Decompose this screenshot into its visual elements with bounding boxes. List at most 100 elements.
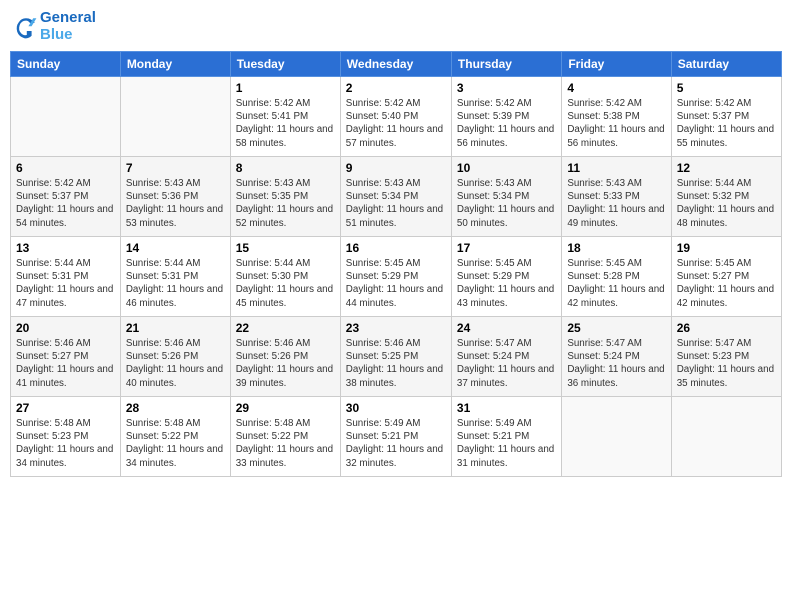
day-info: Sunrise: 5:46 AM Sunset: 5:25 PM Dayligh…	[346, 337, 446, 390]
calendar-cell: 28 Sunrise: 5:48 AM Sunset: 5:22 PM Dayli…	[120, 397, 230, 477]
calendar-cell: 15Sunrise: 5:44 AM Sunset: 5:30 PM Dayli…	[230, 237, 340, 317]
day-info: Sunrise: 5:42 AM Sunset: 5:39 PM Dayligh…	[457, 97, 556, 150]
calendar-cell: 10 Sunrise: 5:43 AM Sunset: 5:34 PM Dayli…	[451, 157, 561, 237]
calendar-cell: 23 Sunrise: 5:46 AM Sunset: 5:25 PM Dayli…	[340, 317, 451, 397]
day-number: 12	[677, 161, 776, 175]
calendar-cell: 20 Sunrise: 5:46 AM Sunset: 5:27 PM Dayli…	[11, 317, 121, 397]
day-info: Sunrise: 5:48 AM Sunset: 5:22 PM Dayligh…	[126, 417, 225, 470]
day-number: 23	[346, 321, 446, 335]
calendar-cell: 24Sunrise: 5:47 AM Sunset: 5:24 PM Dayli…	[451, 317, 561, 397]
day-info: Sunrise: 5:48 AM Sunset: 5:22 PM Dayligh…	[236, 417, 335, 470]
logo-text: General Blue	[40, 10, 96, 43]
day-info: Sunrise: 5:42 AM Sunset: 5:37 PM Dayligh…	[16, 177, 115, 230]
weekday-header: Tuesday	[230, 52, 340, 77]
calendar-week-row: 13 Sunrise: 5:44 AM Sunset: 5:31 PM Dayli…	[11, 237, 782, 317]
calendar-cell: 19 Sunrise: 5:45 AM Sunset: 5:27 PM Dayli…	[671, 237, 781, 317]
day-info: Sunrise: 5:47 AM Sunset: 5:24 PM Dayligh…	[567, 337, 665, 390]
day-info: Sunrise: 5:49 AM Sunset: 5:21 PM Dayligh…	[346, 417, 446, 470]
weekday-header: Wednesday	[340, 52, 451, 77]
day-info: Sunrise: 5:42 AM Sunset: 5:37 PM Dayligh…	[677, 97, 776, 150]
day-info: Sunrise: 5:49 AM Sunset: 5:21 PM Dayligh…	[457, 417, 556, 470]
day-number: 28	[126, 401, 225, 415]
weekday-header: Monday	[120, 52, 230, 77]
calendar-cell: 21Sunrise: 5:46 AM Sunset: 5:26 PM Dayli…	[120, 317, 230, 397]
logo-icon	[14, 15, 38, 39]
calendar-cell	[11, 77, 121, 157]
page-header: General Blue	[10, 10, 782, 43]
day-number: 3	[457, 81, 556, 95]
calendar-cell: 9 Sunrise: 5:43 AM Sunset: 5:34 PM Daylig…	[340, 157, 451, 237]
day-number: 18	[567, 241, 665, 255]
logo: General Blue	[14, 10, 96, 43]
day-info: Sunrise: 5:46 AM Sunset: 5:26 PM Dayligh…	[236, 337, 335, 390]
day-info: Sunrise: 5:42 AM Sunset: 5:38 PM Dayligh…	[567, 97, 665, 150]
day-number: 29	[236, 401, 335, 415]
calendar-cell: 1Sunrise: 5:42 AM Sunset: 5:41 PM Daylig…	[230, 77, 340, 157]
day-number: 7	[126, 161, 225, 175]
weekday-header: Saturday	[671, 52, 781, 77]
calendar-cell: 18 Sunrise: 5:45 AM Sunset: 5:28 PM Dayli…	[562, 237, 671, 317]
day-info: Sunrise: 5:48 AM Sunset: 5:23 PM Dayligh…	[16, 417, 115, 470]
day-info: Sunrise: 5:45 AM Sunset: 5:27 PM Dayligh…	[677, 257, 776, 310]
day-info: Sunrise: 5:47 AM Sunset: 5:23 PM Dayligh…	[677, 337, 776, 390]
calendar-cell: 14 Sunrise: 5:44 AM Sunset: 5:31 PM Dayli…	[120, 237, 230, 317]
day-number: 8	[236, 161, 335, 175]
calendar-cell: 7 Sunrise: 5:43 AM Sunset: 5:36 PM Daylig…	[120, 157, 230, 237]
calendar-cell	[671, 397, 781, 477]
calendar-week-row: 6Sunrise: 5:42 AM Sunset: 5:37 PM Daylig…	[11, 157, 782, 237]
calendar-cell: 17 Sunrise: 5:45 AM Sunset: 5:29 PM Dayli…	[451, 237, 561, 317]
day-number: 10	[457, 161, 556, 175]
day-info: Sunrise: 5:43 AM Sunset: 5:34 PM Dayligh…	[346, 177, 446, 230]
weekday-header: Thursday	[451, 52, 561, 77]
day-number: 26	[677, 321, 776, 335]
day-number: 31	[457, 401, 556, 415]
calendar-cell: 8 Sunrise: 5:43 AM Sunset: 5:35 PM Daylig…	[230, 157, 340, 237]
day-info: Sunrise: 5:42 AM Sunset: 5:40 PM Dayligh…	[346, 97, 446, 150]
calendar-cell: 13 Sunrise: 5:44 AM Sunset: 5:31 PM Dayli…	[11, 237, 121, 317]
day-number: 11	[567, 161, 665, 175]
day-number: 13	[16, 241, 115, 255]
day-number: 9	[346, 161, 446, 175]
calendar-cell: 27 Sunrise: 5:48 AM Sunset: 5:23 PM Dayli…	[11, 397, 121, 477]
day-info: Sunrise: 5:45 AM Sunset: 5:28 PM Dayligh…	[567, 257, 665, 310]
calendar-cell: 12 Sunrise: 5:44 AM Sunset: 5:32 PM Dayli…	[671, 157, 781, 237]
day-number: 25	[567, 321, 665, 335]
calendar-week-row: 27 Sunrise: 5:48 AM Sunset: 5:23 PM Dayli…	[11, 397, 782, 477]
calendar-header-row: SundayMondayTuesdayWednesdayThursdayFrid…	[11, 52, 782, 77]
day-number: 14	[126, 241, 225, 255]
day-info: Sunrise: 5:44 AM Sunset: 5:31 PM Dayligh…	[16, 257, 115, 310]
weekday-header: Friday	[562, 52, 671, 77]
calendar-cell: 5 Sunrise: 5:42 AM Sunset: 5:37 PM Daylig…	[671, 77, 781, 157]
day-info: Sunrise: 5:43 AM Sunset: 5:34 PM Dayligh…	[457, 177, 556, 230]
day-info: Sunrise: 5:42 AM Sunset: 5:41 PM Dayligh…	[236, 97, 335, 150]
calendar-cell: 29 Sunrise: 5:48 AM Sunset: 5:22 PM Dayli…	[230, 397, 340, 477]
day-info: Sunrise: 5:43 AM Sunset: 5:33 PM Dayligh…	[567, 177, 665, 230]
calendar-cell: 11 Sunrise: 5:43 AM Sunset: 5:33 PM Dayli…	[562, 157, 671, 237]
calendar-week-row: 1Sunrise: 5:42 AM Sunset: 5:41 PM Daylig…	[11, 77, 782, 157]
day-number: 20	[16, 321, 115, 335]
day-info: Sunrise: 5:45 AM Sunset: 5:29 PM Dayligh…	[457, 257, 556, 310]
weekday-header: Sunday	[11, 52, 121, 77]
day-number: 17	[457, 241, 556, 255]
calendar-cell: 25 Sunrise: 5:47 AM Sunset: 5:24 PM Dayli…	[562, 317, 671, 397]
day-info: Sunrise: 5:43 AM Sunset: 5:36 PM Dayligh…	[126, 177, 225, 230]
day-info: Sunrise: 5:47 AM Sunset: 5:24 PM Dayligh…	[457, 337, 556, 390]
calendar-cell	[562, 397, 671, 477]
calendar-cell: 31 Sunrise: 5:49 AM Sunset: 5:21 PM Dayli…	[451, 397, 561, 477]
calendar-cell: 6Sunrise: 5:42 AM Sunset: 5:37 PM Daylig…	[11, 157, 121, 237]
day-info: Sunrise: 5:46 AM Sunset: 5:27 PM Dayligh…	[16, 337, 115, 390]
day-info: Sunrise: 5:44 AM Sunset: 5:32 PM Dayligh…	[677, 177, 776, 230]
calendar-cell	[120, 77, 230, 157]
day-number: 27	[16, 401, 115, 415]
day-info: Sunrise: 5:43 AM Sunset: 5:35 PM Dayligh…	[236, 177, 335, 230]
calendar-cell: 3 Sunrise: 5:42 AM Sunset: 5:39 PM Daylig…	[451, 77, 561, 157]
calendar: SundayMondayTuesdayWednesdayThursdayFrid…	[10, 51, 782, 477]
day-number: 19	[677, 241, 776, 255]
day-number: 5	[677, 81, 776, 95]
day-number: 16	[346, 241, 446, 255]
day-number: 2	[346, 81, 446, 95]
calendar-cell: 26 Sunrise: 5:47 AM Sunset: 5:23 PM Dayli…	[671, 317, 781, 397]
day-info: Sunrise: 5:44 AM Sunset: 5:31 PM Dayligh…	[126, 257, 225, 310]
calendar-cell: 30Sunrise: 5:49 AM Sunset: 5:21 PM Dayli…	[340, 397, 451, 477]
day-number: 15	[236, 241, 335, 255]
